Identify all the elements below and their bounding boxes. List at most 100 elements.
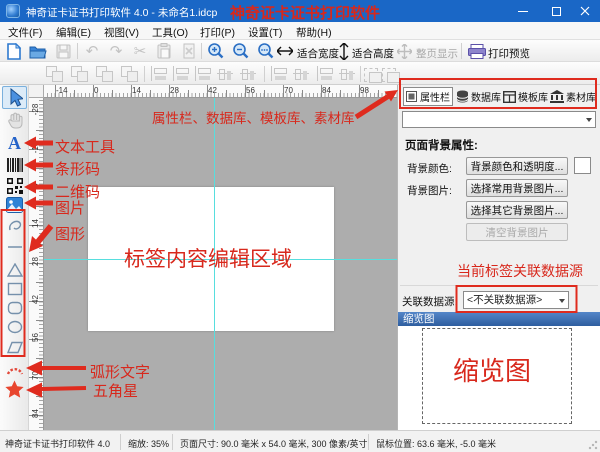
- menu-view[interactable]: 视图(V): [104, 25, 139, 40]
- annotation-text-tool: 文本工具: [55, 136, 115, 157]
- same-height-icon[interactable]: [382, 66, 400, 82]
- align-center-icon[interactable]: [172, 66, 190, 82]
- send-back-icon[interactable]: [121, 66, 139, 82]
- v-ruler-label: 56: [31, 331, 40, 344]
- bg-other-image-button[interactable]: 选择其它背景图片...: [466, 201, 568, 219]
- status-page-size: 页面尺寸: 90.0 毫米 x 54.0 毫米, 300 像素/英寸: [180, 437, 368, 450]
- cut-button[interactable]: ✂: [129, 41, 151, 61]
- zoom-custom-button[interactable]: [255, 41, 277, 61]
- image-tool[interactable]: [3, 195, 26, 215]
- zoom-in-icon: [207, 42, 225, 60]
- align-left-icon[interactable]: [150, 66, 168, 82]
- maximize-button[interactable]: [541, 0, 571, 22]
- rectangle-tool[interactable]: [3, 279, 26, 299]
- tab-materials[interactable]: 素材库: [550, 87, 596, 106]
- qrcode-tool[interactable]: [3, 176, 26, 196]
- zoom-in-button[interactable]: [205, 41, 227, 61]
- annotation-shape: 图形: [55, 223, 85, 244]
- pan-tool[interactable]: [3, 110, 26, 130]
- fit-width-icon[interactable]: [276, 41, 294, 61]
- star-icon: [5, 380, 24, 398]
- datasource-combo[interactable]: <不关联数据源>: [463, 291, 569, 309]
- new-document-icon: [6, 43, 22, 60]
- undo-button[interactable]: ↶: [81, 41, 103, 61]
- align-right-icon[interactable]: [194, 66, 212, 82]
- align-middle-icon[interactable]: [240, 66, 258, 82]
- rounded-rect-tool[interactable]: [3, 298, 26, 318]
- zoom-out-button[interactable]: [230, 41, 252, 61]
- group-icon[interactable]: [46, 66, 64, 82]
- bring-front-icon[interactable]: [96, 66, 114, 82]
- delete-button[interactable]: [178, 41, 200, 61]
- v-ruler-label: 28: [31, 255, 40, 268]
- same-size-icon[interactable]: [364, 66, 382, 82]
- tab-properties[interactable]: 属性栏: [403, 87, 453, 106]
- app-window: 神奇证卡证书打印软件 4.0 - 未命名1.idcp 神奇证卡证书打印软件 文件…: [0, 0, 600, 452]
- object-selector-combo[interactable]: [402, 111, 596, 128]
- print-preview-button[interactable]: 打印预览: [488, 46, 530, 61]
- menu-tools[interactable]: 工具(O): [152, 25, 188, 40]
- annotation-arc-text: 弧形文字: [90, 361, 150, 382]
- save-button[interactable]: [52, 41, 74, 61]
- qrcode-icon: [7, 178, 23, 194]
- bg-clear-button[interactable]: 清空背景图片: [466, 223, 568, 241]
- align-top-icon[interactable]: [217, 66, 235, 82]
- menu-help[interactable]: 帮助(H): [296, 25, 332, 40]
- minimize-button[interactable]: [508, 0, 538, 22]
- resize-grip[interactable]: [588, 440, 598, 450]
- menu-file[interactable]: 文件(F): [8, 25, 42, 40]
- bg-color-swatch[interactable]: [574, 157, 591, 174]
- full-page-button[interactable]: 整页显示: [416, 46, 458, 61]
- thumbnail-header: 缩览图: [398, 312, 600, 326]
- v-ruler-label: 42: [31, 293, 40, 306]
- tab-database[interactable]: 数据库: [456, 87, 501, 106]
- star-tool[interactable]: [3, 379, 26, 399]
- parallelogram-tool[interactable]: [3, 337, 26, 357]
- arc-text-icon: [6, 363, 24, 375]
- same-width-icon[interactable]: [339, 66, 357, 82]
- line-icon: [7, 243, 23, 251]
- chevron-down-icon: [586, 118, 592, 122]
- align-bottom-icon[interactable]: [270, 66, 288, 82]
- open-button[interactable]: [27, 41, 49, 61]
- right-panel: 属性栏 数据库 模板库 素材库 页面背景属性: 背景颜色: 背景颜色和透明度..…: [397, 85, 600, 430]
- select-tool[interactable]: [2, 86, 27, 109]
- annotation-datasource: 当前标签关联数据源: [457, 261, 583, 281]
- bg-common-image-button[interactable]: 选择常用背景图片...: [466, 179, 568, 197]
- curve-tool[interactable]: [3, 216, 26, 236]
- open-folder-icon: [29, 44, 47, 59]
- distribute-h-icon[interactable]: [293, 66, 311, 82]
- image-icon: [6, 197, 23, 213]
- paste-button[interactable]: [153, 41, 175, 61]
- zoom-custom-icon: [257, 42, 275, 60]
- vertical-ruler: -28 -14 0 14 28 42 56 70 84: [29, 98, 44, 430]
- zoom-out-icon: [232, 42, 250, 60]
- distribute-v-icon[interactable]: [316, 66, 334, 82]
- menu-edit[interactable]: 编辑(E): [56, 25, 91, 40]
- text-tool[interactable]: A: [3, 133, 26, 153]
- close-button[interactable]: [570, 0, 600, 22]
- barcode-tool[interactable]: [3, 155, 26, 175]
- arc-text-tool[interactable]: [3, 359, 26, 379]
- tool-palette: A: [0, 85, 29, 430]
- full-page-icon[interactable]: [396, 41, 412, 61]
- menu-settings[interactable]: 设置(T): [248, 25, 282, 40]
- main-toolbar: ↶ ↷ ✂ 适合宽度 适合高度 整页显示: [0, 40, 600, 62]
- fit-height-button[interactable]: 适合高度: [352, 46, 394, 61]
- bg-color-button[interactable]: 背景颜色和透明度...: [466, 157, 568, 175]
- ellipse-tool[interactable]: [3, 317, 26, 337]
- curve-icon: [7, 218, 23, 234]
- triangle-tool[interactable]: [3, 260, 26, 280]
- fit-width-button[interactable]: 适合宽度: [297, 46, 339, 61]
- panel-tabs: 属性栏 数据库 模板库 素材库: [398, 85, 600, 108]
- redo-button[interactable]: ↷: [105, 41, 127, 61]
- fit-height-icon[interactable]: [338, 41, 350, 61]
- line-tool[interactable]: [3, 237, 26, 257]
- tab-templates[interactable]: 模板库: [503, 87, 548, 106]
- new-button[interactable]: [3, 41, 25, 61]
- h-ruler-label: 0: [94, 86, 98, 95]
- save-icon: [56, 44, 71, 59]
- print-preview-icon[interactable]: [466, 41, 488, 61]
- ungroup-icon[interactable]: [71, 66, 89, 82]
- menu-print[interactable]: 打印(P): [200, 25, 235, 40]
